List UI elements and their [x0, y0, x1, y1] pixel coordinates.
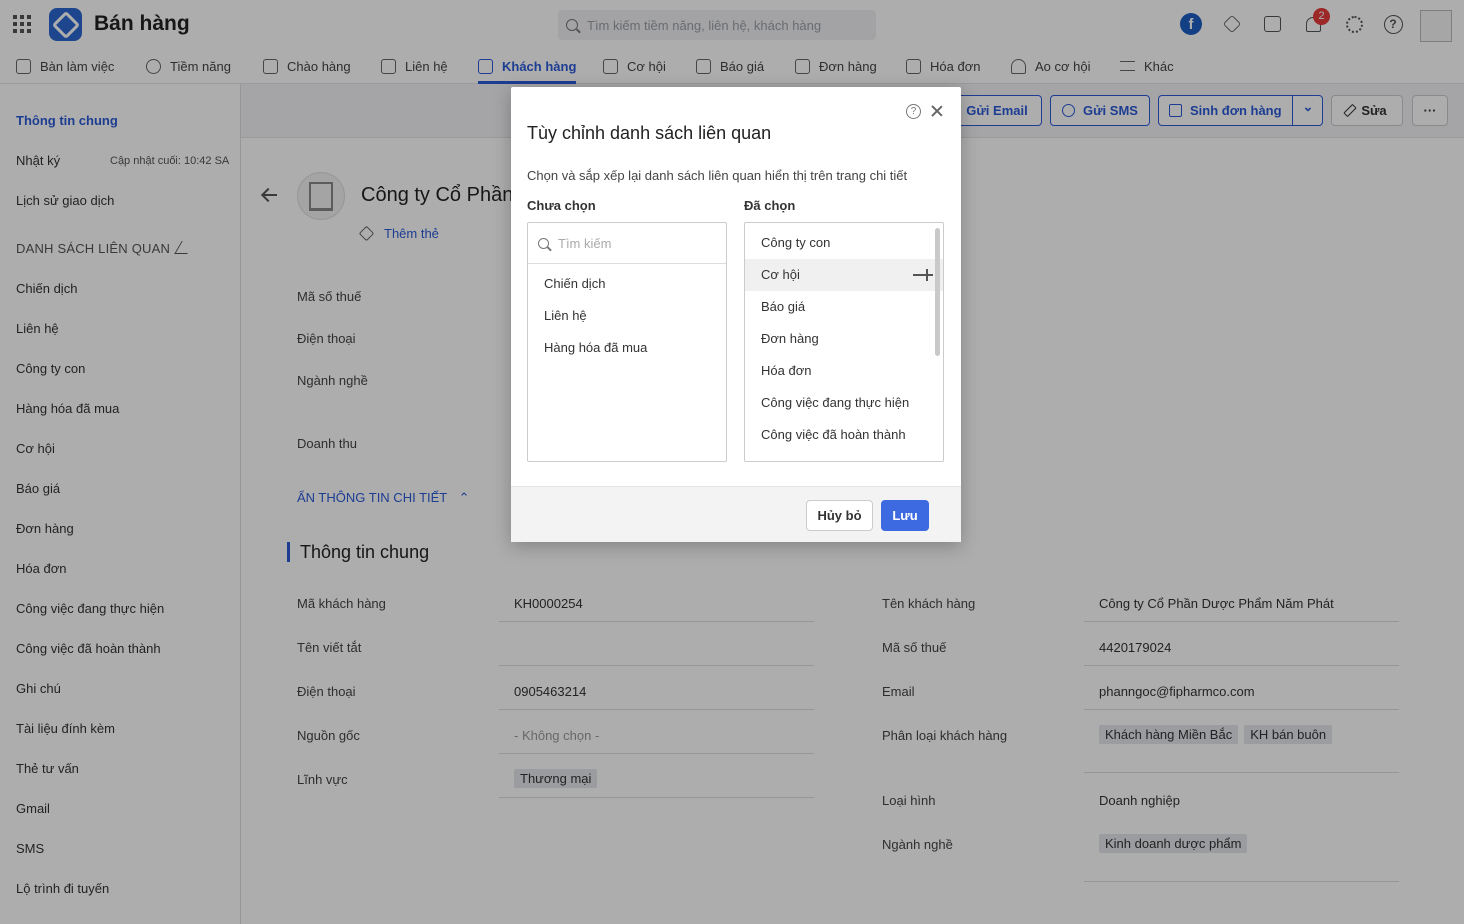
- selected-list-scrollbar[interactable]: [935, 228, 940, 356]
- unselected-item[interactable]: Hàng hóa đã mua: [528, 332, 726, 364]
- unselected-column-title: Chưa chọn: [527, 198, 596, 213]
- selected-item[interactable]: Báo giá: [745, 291, 943, 323]
- customize-related-list-dialog: ? Tùy chỉnh danh sách liên quan Chọn và …: [511, 87, 961, 542]
- unselected-item[interactable]: Liên hệ: [528, 300, 726, 332]
- cancel-button[interactable]: Hủy bỏ: [806, 500, 873, 531]
- selected-item[interactable]: Công việc đang thực hiện: [745, 387, 943, 419]
- dialog-title: Tùy chỉnh danh sách liên quan: [527, 123, 772, 143]
- selected-list: Công ty con Cơ hội Báo giá Đơn hàng Hóa …: [744, 222, 944, 462]
- selected-item[interactable]: Đơn hàng: [745, 323, 943, 355]
- unselected-item[interactable]: Chiến dịch: [528, 268, 726, 300]
- selected-item-dragging[interactable]: Cơ hội: [745, 259, 943, 291]
- help-icon[interactable]: ?: [906, 104, 921, 119]
- selected-item[interactable]: Hóa đơn: [745, 355, 943, 387]
- close-icon[interactable]: [930, 104, 944, 118]
- search-icon: [538, 237, 549, 249]
- dialog-footer: Hủy bỏ Lưu: [511, 486, 961, 542]
- selected-item[interactable]: Công việc đã hoàn thành: [745, 419, 943, 451]
- selected-column-title: Đã chọn: [744, 198, 796, 213]
- unselected-search-input[interactable]: Tìm kiếm: [528, 223, 726, 264]
- dialog-description: Chọn và sắp xếp lại danh sách liên quan …: [527, 168, 908, 183]
- selected-item[interactable]: Công ty con: [745, 227, 943, 259]
- save-button[interactable]: Lưu: [881, 500, 929, 531]
- drag-move-icon[interactable]: [913, 269, 933, 281]
- unselected-list: Tìm kiếm Chiến dịch Liên hệ Hàng hóa đã …: [527, 222, 727, 462]
